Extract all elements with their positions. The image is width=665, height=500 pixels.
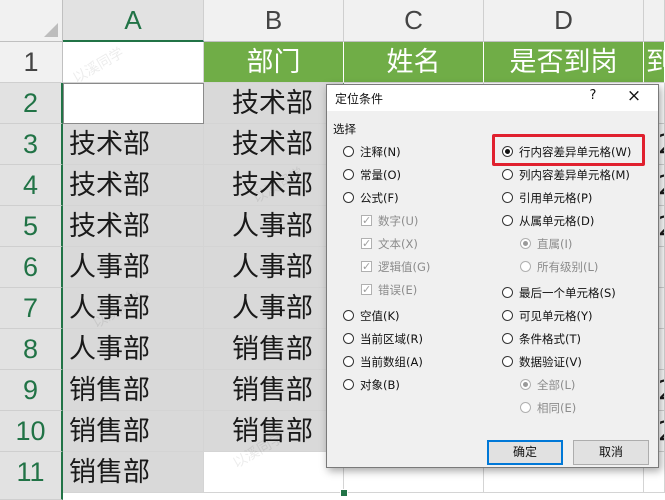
option-label: 数据验证(V) [519,355,582,369]
row-header-5[interactable]: 5 [0,206,63,247]
cell-a6[interactable]: 人事部 [63,247,204,288]
cell-e1[interactable]: 到 [644,42,665,83]
cell-b10[interactable]: 销售部 [204,411,344,452]
checkbox-icon [361,235,372,253]
cell-d1[interactable]: 是否到岗 [484,42,644,83]
column-header-b[interactable]: B [204,0,344,42]
cell-b6[interactable]: 人事部 [204,247,344,288]
option-label: 对象(B) [360,378,400,392]
option-label: 注释(N) [360,145,401,159]
red-highlight-box [492,134,645,166]
radio-icon [502,287,513,298]
option-label: 错误(E) [378,283,418,297]
option-label: 引用单元格(P) [519,191,593,205]
radio-icon [343,356,354,367]
cell-b4[interactable]: 技术部 [204,165,344,206]
option-label: 全部(L) [537,378,576,392]
corner-triangle-icon [44,23,58,37]
cell-b2[interactable]: 技术部 [204,83,344,124]
dialog-titlebar[interactable]: 定位条件 ? × [327,85,658,111]
checkbox-icon [361,212,372,230]
row-header-7[interactable]: 7 [0,288,63,329]
row-header-1[interactable]: 1 [0,42,63,83]
cell-a9[interactable]: 销售部 [63,370,204,411]
selection-group-label: 选择 [333,122,356,136]
cell-a10[interactable]: 销售部 [63,411,204,452]
option-label: 相同(E) [537,401,577,415]
cell-a11[interactable]: 销售部 [63,452,204,493]
row-header-9[interactable]: 9 [0,370,63,411]
radio-icon [520,402,531,413]
checkbox-icon [361,258,372,276]
row-header-6[interactable]: 6 [0,247,63,288]
radio-selected-icon [520,379,531,390]
cell-b1[interactable]: 部门 [204,42,344,83]
option-label: 最后一个单元格(S) [519,286,616,300]
cell-b8[interactable]: 销售部 [204,329,344,370]
checkbox-icon [361,281,372,299]
radio-selected-icon [520,238,531,249]
option-label: 列内容差异单元格(M) [519,168,630,182]
option-label: 从属单元格(D) [519,214,595,228]
option-label: 逻辑值(G) [378,260,431,274]
option-label: 可见单元格(Y) [519,309,593,323]
radio-icon [343,169,354,180]
option-label: 常量(O) [360,168,402,182]
option-label: 文本(X) [378,237,418,251]
row-header-2[interactable]: 2 [0,83,63,124]
radio-icon [502,310,513,321]
column-header-e[interactable] [644,0,665,42]
select-all-corner[interactable] [0,0,63,42]
radio-icon [502,192,513,203]
option-label: 所有级别(L) [537,260,599,274]
close-icon[interactable]: × [625,86,643,106]
option-label: 条件格式(T) [519,332,581,346]
cell-c1[interactable]: 姓名 [344,42,484,83]
cell-a7[interactable]: 人事部 [63,288,204,329]
cell-b5[interactable]: 人事部 [204,206,344,247]
column-header-a[interactable]: A [63,0,204,42]
option-label: 直属(I) [537,237,573,251]
dialog-title: 定位条件 [335,92,384,106]
column-header-c[interactable]: C [344,0,484,42]
row-header-11[interactable]: 11 [0,452,63,500]
option-label: 公式(F) [360,191,399,205]
cell-a5[interactable]: 技术部 [63,206,204,247]
cell-a2[interactable] [63,83,204,124]
fill-handle[interactable] [340,489,348,497]
row-header-8[interactable]: 8 [0,329,63,370]
radio-icon [502,333,513,344]
radio-icon [502,215,513,226]
row-header-3[interactable]: 3 [0,124,63,165]
help-icon[interactable]: ? [585,88,601,103]
radio-icon [343,192,354,203]
cell-b11[interactable] [204,452,344,493]
cell-b3[interactable]: 技术部 [204,124,344,165]
cell-b7[interactable]: 人事部 [204,288,344,329]
option-label: 空值(K) [360,309,400,323]
option-label: 数字(U) [378,214,419,228]
cell-a8[interactable]: 人事部 [63,329,204,370]
cell-b9[interactable]: 销售部 [204,370,344,411]
radio-icon [520,261,531,272]
radio-icon [343,333,354,344]
go-to-special-dialog: 定位条件 ? × 选择 注释(N) 常量(O) 公式(F) 数字(U) 文本(X… [326,84,659,468]
cell-a3[interactable]: 技术部 [63,124,204,165]
radio-icon [343,310,354,321]
row-header-10[interactable]: 10 [0,411,63,452]
option-label: 当前区域(R) [360,332,423,346]
column-header-d[interactable]: D [484,0,644,42]
radio-icon [343,379,354,390]
option-label: 当前数组(A) [360,355,423,369]
radio-icon [343,146,354,157]
cancel-button[interactable]: 取消 [573,440,649,465]
cell-a4[interactable]: 技术部 [63,165,204,206]
radio-icon [502,356,513,367]
ok-button[interactable]: 确定 [487,440,563,465]
radio-icon [502,169,513,180]
cell-a1[interactable] [63,42,204,83]
row-header-4[interactable]: 4 [0,165,63,206]
